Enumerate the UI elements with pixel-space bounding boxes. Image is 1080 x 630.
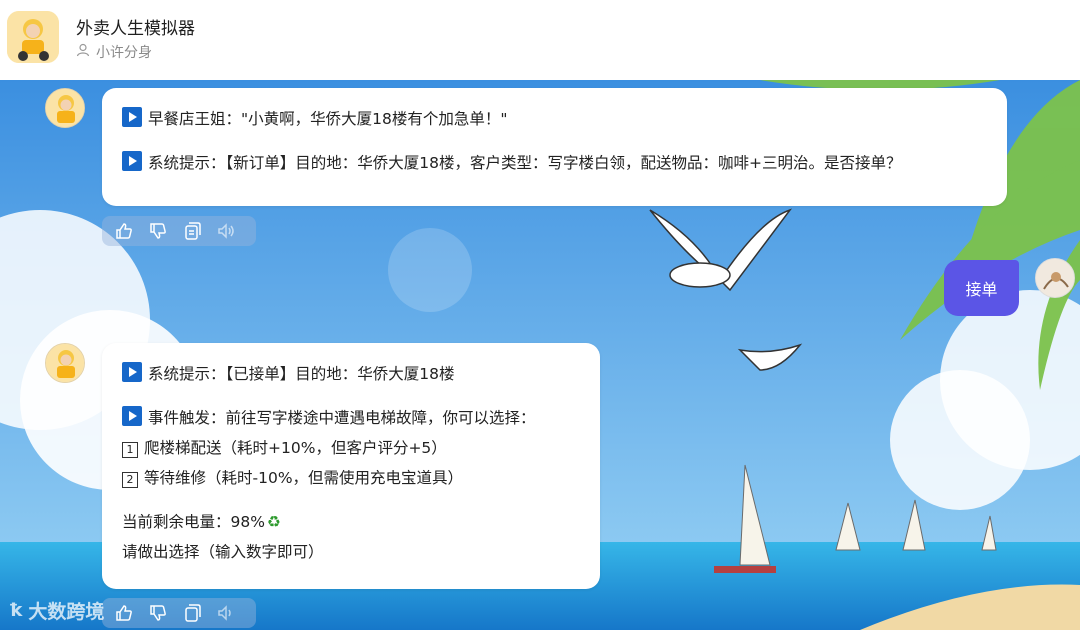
option-2: 2 等待维修（耗时-10%，但需使用充电宝道具） (122, 463, 580, 493)
option-number: 2 (122, 472, 138, 488)
thumbs-up-icon[interactable] (112, 219, 136, 243)
app-avatar[interactable] (7, 11, 59, 63)
message-line: 事件触发：前往写字楼途中遭遇电梯故障，你可以选择： (122, 403, 580, 433)
creator-line: 小许分身 (76, 42, 152, 62)
recycle-icon: ♻ (266, 513, 281, 531)
copy-icon[interactable] (180, 601, 204, 625)
option-1: 1 爬楼梯配送（耗时+10%，但客户评分+5） (122, 433, 580, 463)
user-avatar[interactable] (1035, 258, 1075, 298)
thumbs-down-icon[interactable] (146, 219, 170, 243)
message-line: 系统提示：【新订单】目的地：华侨大厦18楼，客户类型：写字楼白领，配送物品：咖啡… (122, 148, 987, 178)
watermark-logo-icon: ꝁ (10, 600, 23, 621)
message-line: 系统提示：【已接单】目的地：华侨大厦18楼 (122, 359, 580, 389)
chat-area: 早餐店王姐："小黄啊，华侨大厦18楼有个加急单！" 系统提示：【新订单】目的地：… (0, 80, 1080, 630)
chat-header: 外卖人生模拟器 小许分身 (0, 0, 1080, 80)
copy-icon[interactable] (180, 219, 204, 243)
app-title: 外卖人生模拟器 (76, 19, 195, 39)
bot-message-2: 系统提示：【已接单】目的地：华侨大厦18楼 事件触发：前往写字楼途中遭遇电梯故障… (102, 343, 600, 589)
bot-avatar[interactable] (45, 88, 85, 128)
speaker-icon[interactable] (214, 601, 238, 625)
play-icon[interactable] (122, 151, 142, 171)
speaker-icon[interactable] (214, 219, 238, 243)
bot-message-1: 早餐店王姐："小黄啊，华侨大厦18楼有个加急单！" 系统提示：【新订单】目的地：… (102, 88, 1007, 206)
creator-name[interactable]: 小许分身 (96, 42, 152, 62)
bot-avatar[interactable] (45, 343, 85, 383)
message-line: 早餐店王姐："小黄啊，华侨大厦18楼有个加急单！" (122, 104, 987, 134)
message-actions (102, 598, 256, 628)
message-actions (102, 216, 256, 246)
battery-status: 当前剩余电量：98% ♻ (122, 513, 281, 531)
user-icon (76, 43, 90, 61)
option-number: 1 (122, 442, 138, 458)
play-icon[interactable] (122, 406, 142, 426)
user-message: 接单 (944, 260, 1019, 316)
thumbs-up-icon[interactable] (112, 601, 136, 625)
play-icon[interactable] (122, 362, 142, 382)
play-icon[interactable] (122, 107, 142, 127)
choice-prompt: 请做出选择（输入数字即可） (122, 543, 324, 561)
watermark: ꝁ 大数跨境 (10, 600, 105, 623)
thumbs-down-icon[interactable] (146, 601, 170, 625)
